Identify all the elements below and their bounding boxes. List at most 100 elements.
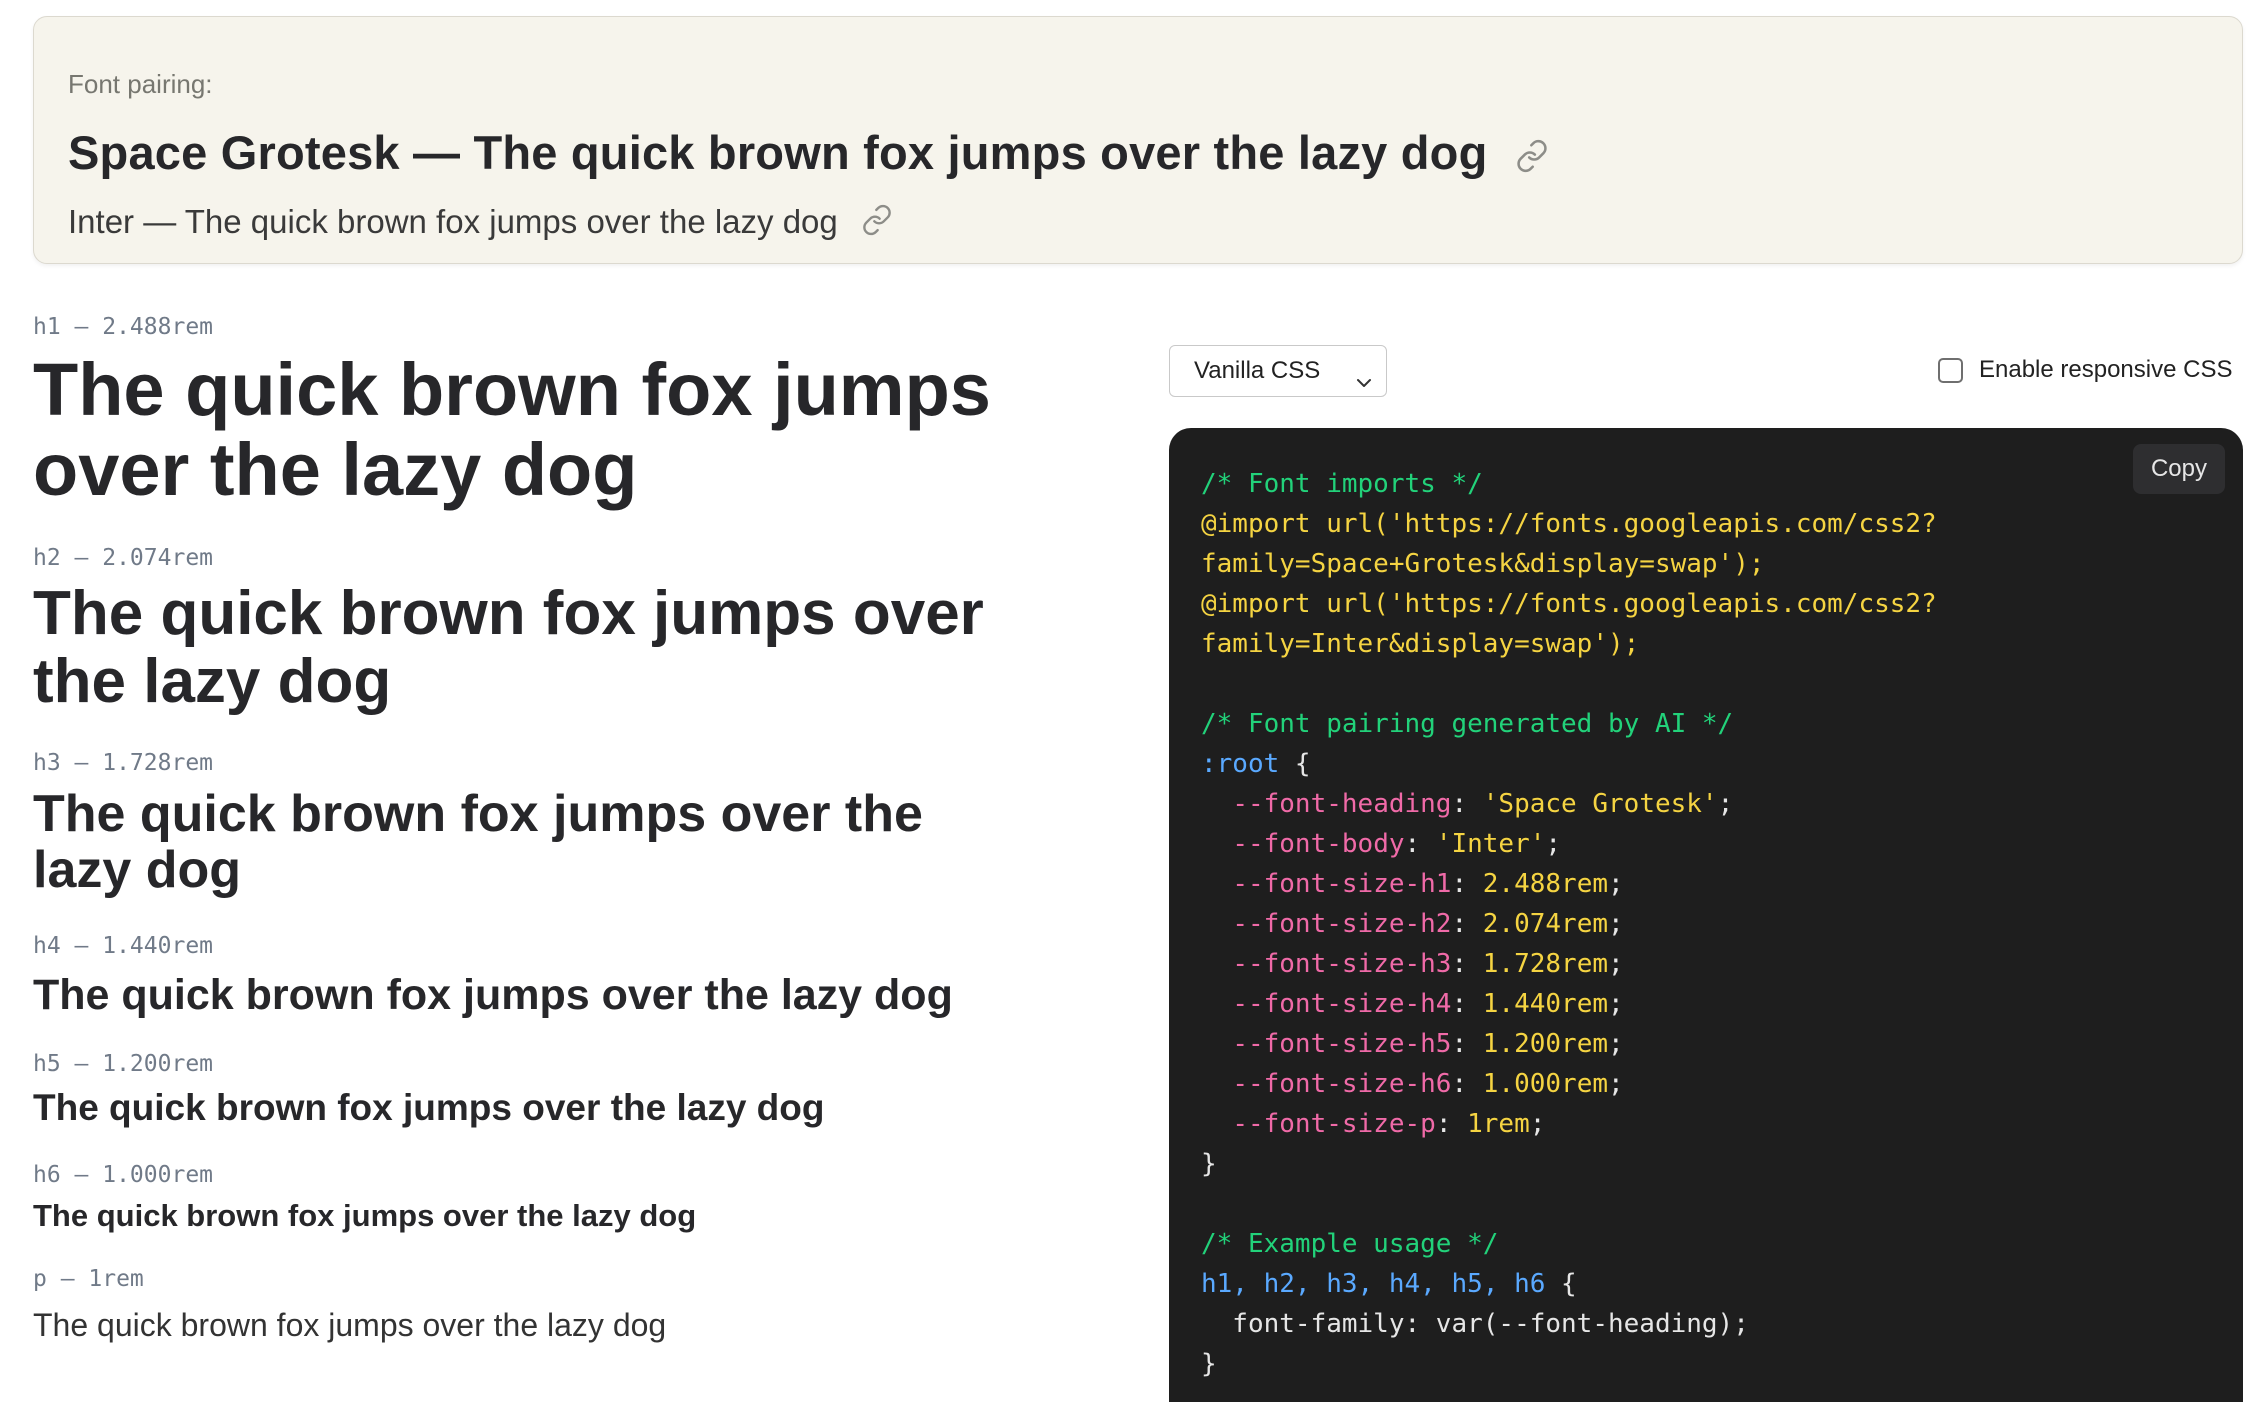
code-token-prop: --font-size-h2 xyxy=(1232,909,1452,939)
code-token-prop: --font-heading xyxy=(1232,789,1452,819)
p-scale-label: p – 1rem xyxy=(33,1266,144,1292)
code-token-prop: --font-size-h4 xyxy=(1232,989,1452,1019)
code-token-selector: :root xyxy=(1201,749,1280,779)
code-token-val: 1.728rem xyxy=(1482,949,1609,979)
code-line: --font-size-h1: 2.488rem; xyxy=(1201,864,1937,904)
code-token-plain: ; xyxy=(1608,989,1624,1019)
h4-sample: The quick brown fox jumps over the lazy … xyxy=(33,971,953,1019)
code-line: family=Space+Grotesk&display=swap'); xyxy=(1201,544,1937,584)
code-token-plain: : xyxy=(1451,909,1483,939)
code-line: family=Inter&display=swap'); xyxy=(1201,624,1937,664)
h3-sample: The quick brown fox jumps over the lazy … xyxy=(33,786,923,898)
code-token-prop: --font-size-h5 xyxy=(1232,1029,1452,1059)
code-token-import: family=Inter&display=swap'); xyxy=(1201,629,1640,659)
responsive-css-label: Enable responsive CSS xyxy=(1979,356,2233,383)
code-token-import: @import url('https://fonts.googleapis.co… xyxy=(1201,589,1937,619)
code-token-prop: --font-size-p xyxy=(1232,1109,1436,1139)
code-token-plain: } xyxy=(1201,1149,1217,1179)
code-token-selector: h1, h2, h3, h4, h5, h6 xyxy=(1201,1269,1546,1299)
h2-scale-label: h2 – 2.074rem xyxy=(33,545,214,571)
h2-sample-line: the lazy dog xyxy=(33,647,392,716)
css-format-select[interactable]: Vanilla CSS xyxy=(1169,345,1387,397)
pairing-label: Font pairing: xyxy=(68,69,213,99)
h1-sample-line: The quick brown fox jumps xyxy=(33,348,991,431)
h2-sample: The quick brown fox jumps over the lazy … xyxy=(33,580,984,716)
code-token-plain: : xyxy=(1451,869,1483,899)
code-token-prop: --font-size-h3 xyxy=(1232,949,1452,979)
font-pairing-card: Font pairing: Space Grotesk — The quick … xyxy=(33,16,2243,264)
code-token-prop: --font-size-h1 xyxy=(1232,869,1452,899)
h3-scale-label: h3 – 1.728rem xyxy=(33,750,214,776)
code-line: --font-size-h3: 1.728rem; xyxy=(1201,944,1937,984)
code-line: --font-size-p: 1rem; xyxy=(1201,1104,1937,1144)
code-token-val: 1.000rem xyxy=(1482,1069,1609,1099)
code-line: --font-size-h4: 1.440rem; xyxy=(1201,984,1937,1024)
code-token-plain: ; xyxy=(1545,829,1562,859)
code-line: font-family: var(--font-heading); xyxy=(1201,1304,1937,1344)
code-token-comment: /* Font pairing generated by AI */ xyxy=(1201,709,1734,739)
code-token-comment: /* Example usage */ xyxy=(1201,1229,1499,1259)
css-code-block: /* Font imports */ @import url('https://f… xyxy=(1201,464,1937,1384)
code-token-plain: font-family: var(--font-heading); xyxy=(1201,1309,1749,1339)
code-token-plain: ; xyxy=(1717,789,1734,819)
chevron-down-icon xyxy=(1354,361,1374,410)
code-line: --font-heading: 'Space Grotesk'; xyxy=(1201,784,1937,824)
code-line: /* Font pairing generated by AI */ xyxy=(1201,704,1937,744)
h1-scale-label: h1 – 2.488rem xyxy=(33,314,214,340)
code-token-plain: ; xyxy=(1608,949,1624,979)
heading-font-text: Space Grotesk — The quick brown fox jump… xyxy=(68,126,1488,179)
code-line: --font-size-h5: 1.200rem; xyxy=(1201,1024,1937,1064)
css-code-panel: Copy /* Font imports */ @import url('http… xyxy=(1169,428,2243,1402)
h3-sample-line: The quick brown fox jumps over the xyxy=(33,785,923,843)
code-token-plain: ; xyxy=(1608,1069,1624,1099)
code-line: @import url('https://fonts.googleapis.co… xyxy=(1201,584,1937,624)
code-line: } xyxy=(1201,1144,1937,1184)
code-token-plain: : xyxy=(1435,1109,1468,1139)
h1-sample-line: over the lazy dog xyxy=(33,428,638,511)
code-token-plain: : xyxy=(1451,949,1483,979)
code-token-comment: /* Font imports */ xyxy=(1201,469,1483,499)
heading-font-sample: Space Grotesk — The quick brown fox jump… xyxy=(68,125,1549,184)
code-token-plain: : xyxy=(1451,989,1483,1019)
link-icon[interactable] xyxy=(861,204,893,244)
responsive-css-checkbox[interactable] xyxy=(1938,357,1963,383)
code-token-plain: ; xyxy=(1529,1109,1546,1139)
code-token-val: 'Inter' xyxy=(1435,829,1546,859)
code-line: --font-size-h2: 2.074rem; xyxy=(1201,904,1937,944)
h6-sample: The quick brown fox jumps over the lazy … xyxy=(33,1198,697,1233)
code-token-val: 2.488rem xyxy=(1482,869,1609,899)
code-line: @import url('https://fonts.googleapis.co… xyxy=(1201,504,1937,544)
h2-sample-line: The quick brown fox jumps over xyxy=(33,579,984,648)
responsive-css-toggle[interactable]: Enable responsive CSS xyxy=(1938,355,2232,385)
link-icon[interactable] xyxy=(1515,129,1549,184)
h4-scale-label: h4 – 1.440rem xyxy=(33,933,214,959)
code-token-val: 1rem xyxy=(1467,1109,1530,1139)
code-token-import: @import url('https://fonts.googleapis.co… xyxy=(1201,509,1937,539)
code-token-prop: --font-size-h6 xyxy=(1232,1069,1452,1099)
code-line: --font-body: 'Inter'; xyxy=(1201,824,1937,864)
h5-scale-label: h5 – 1.200rem xyxy=(33,1051,214,1077)
code-line: /* Font imports */ xyxy=(1201,464,1937,504)
body-font-sample: Inter — The quick brown fox jumps over t… xyxy=(68,203,893,244)
code-line: --font-size-h6: 1.000rem; xyxy=(1201,1064,1937,1104)
code-token-plain: : xyxy=(1404,829,1436,859)
h3-sample-line: lazy dog xyxy=(33,841,242,899)
code-token-plain: { xyxy=(1545,1269,1577,1299)
code-token-plain: ; xyxy=(1608,1029,1624,1059)
copy-button[interactable]: Copy xyxy=(2132,444,2225,494)
p-sample: The quick brown fox jumps over the lazy … xyxy=(33,1307,667,1343)
code-token-plain: ; xyxy=(1608,869,1624,899)
code-token-val: 1.200rem xyxy=(1482,1029,1609,1059)
code-token-plain: ; xyxy=(1608,909,1624,939)
code-token-val: 2.074rem xyxy=(1482,909,1609,939)
